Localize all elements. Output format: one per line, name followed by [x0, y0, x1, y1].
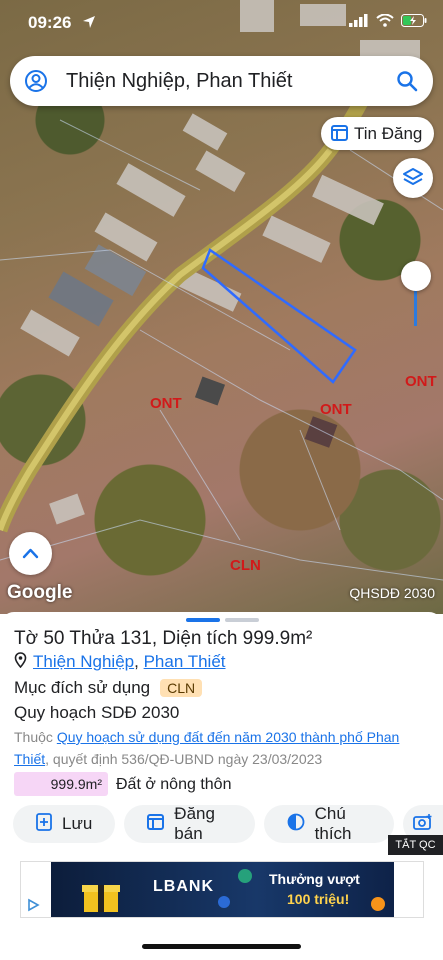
post-listings-button[interactable]: Tin Đăng — [321, 117, 434, 150]
search-bar[interactable]: Thiện Nghiệp, Phan Thiết — [10, 56, 433, 106]
listing-icon — [147, 813, 165, 835]
home-indicator — [142, 944, 301, 949]
sell-label: Đăng bán — [174, 804, 215, 843]
layer-name: QHSDĐ 2030 — [349, 585, 435, 601]
battery-icon — [401, 14, 427, 32]
status-bar: 09:26 — [0, 0, 443, 48]
legend-label: Chú thích — [314, 804, 352, 843]
ward-link[interactable]: Thiện Nghiệp — [33, 652, 134, 671]
action-bar: Lưu Đăng bán Chú thích — [13, 804, 443, 843]
plan-description: Thuộc Quy hoạch sử dụng đất đến năm 2030… — [14, 726, 429, 770]
zone-label-ont: ONT — [320, 401, 352, 418]
bookmark-add-icon — [36, 812, 52, 836]
zone-label-cln: CLN — [230, 557, 261, 574]
area-land-type: Đất ở nông thôn — [116, 775, 232, 793]
coin-icon — [217, 895, 231, 914]
search-input[interactable]: Thiện Nghiệp, Phan Thiết — [66, 70, 292, 93]
area-legend-row: 999.9m² Đất ở nông thôn — [14, 772, 231, 796]
map-view[interactable]: ONT ONT ONT CLN 09:26 Thiện Nghiệp, Phan… — [0, 0, 443, 614]
zone-label-ont: ONT — [405, 373, 437, 390]
parcel-address: Thiện Nghiệp, Phan Thiết — [14, 652, 226, 673]
signal-icon — [349, 14, 369, 32]
close-ad-button[interactable]: TẮT QC — [388, 835, 443, 855]
save-label: Lưu — [62, 814, 93, 833]
parcel-title: Tờ 50 Thửa 131, Diện tích 999.9m² — [14, 628, 313, 649]
search-icon[interactable] — [395, 69, 419, 98]
ad-highlight: 100 triệu! — [287, 891, 350, 907]
ad-creative[interactable]: LBANK Thưởng vượt 100 triệu! — [51, 862, 394, 917]
expand-sheet-button[interactable] — [9, 532, 52, 575]
ad-choices-icon[interactable] — [26, 898, 40, 917]
land-use-purpose: Mục đích sử dụng CLN — [14, 678, 203, 698]
save-button[interactable]: Lưu — [13, 805, 116, 843]
sell-listing-button[interactable]: Đăng bán — [124, 804, 255, 843]
belongs-prefix: Thuộc — [14, 729, 53, 745]
coin-icon — [370, 896, 386, 917]
area-value-badge: 999.9m² — [14, 772, 108, 796]
listing-icon — [331, 125, 348, 146]
status-time: 09:26 — [28, 13, 72, 32]
page-indicator — [225, 618, 259, 622]
wifi-icon — [376, 13, 394, 32]
contrast-icon — [287, 813, 305, 836]
plan-decision: , quyết định 536/QĐ-UBND ngày 23/03/2023 — [45, 751, 323, 767]
gift-box-icon — [81, 876, 121, 917]
purpose-badge: CLN — [160, 679, 203, 697]
city-link[interactable]: Phan Thiết — [144, 652, 226, 671]
plan-title: Quy hoạch SDĐ 2030 — [14, 703, 180, 722]
selected-parcel-outline — [201, 248, 357, 384]
page-indicator-active — [186, 618, 220, 622]
opacity-slider-handle[interactable] — [401, 261, 431, 291]
parcel-info-sheet: Tờ 50 Thửa 131, Diện tích 999.9m² Thiện … — [0, 612, 443, 960]
ad-banner[interactable]: LBANK Thưởng vượt 100 triệu! — [20, 861, 424, 918]
address-separator: , — [134, 652, 139, 671]
google-attribution: Google — [7, 582, 73, 603]
legend-button[interactable]: Chú thích — [263, 804, 394, 843]
ad-headline: Thưởng vượt — [269, 871, 360, 887]
camera-add-icon — [413, 813, 433, 836]
ad-brand: LBANK — [153, 878, 214, 895]
layers-icon — [402, 167, 424, 194]
account-icon[interactable] — [24, 69, 48, 98]
purpose-label: Mục đích sử dụng — [14, 678, 151, 697]
coin-icon — [237, 868, 253, 889]
post-listings-label: Tin Đăng — [354, 124, 423, 143]
location-pin-icon — [14, 652, 27, 673]
chevron-up-icon — [22, 546, 39, 565]
layers-button[interactable] — [393, 158, 433, 198]
zone-label-ont: ONT — [150, 395, 182, 412]
location-arrow-icon — [82, 15, 96, 34]
